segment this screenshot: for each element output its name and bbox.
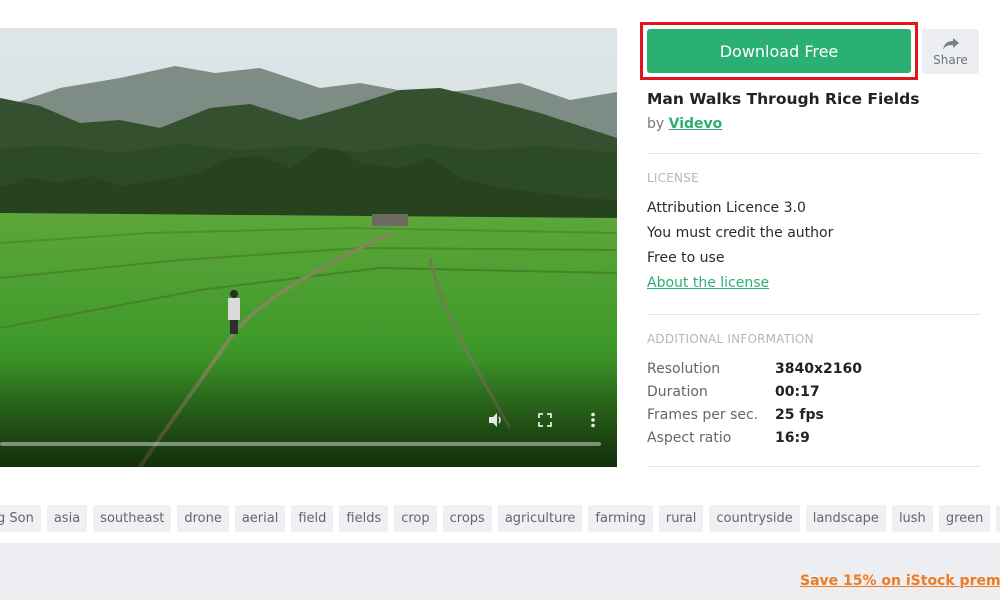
license-free: Free to use <box>647 250 725 266</box>
tag-chip[interactable]: g Son <box>0 505 41 532</box>
share-button[interactable]: Share <box>922 29 979 74</box>
video-player[interactable] <box>0 28 617 467</box>
fullscreen-icon[interactable] <box>537 412 553 428</box>
by-prefix: by <box>647 116 665 132</box>
divider <box>647 314 980 315</box>
tag-chip[interactable]: villag <box>996 505 1000 532</box>
tag-chip[interactable]: southeast <box>93 505 172 532</box>
tag-chip[interactable]: farming <box>588 505 653 532</box>
progress-bar[interactable] <box>0 442 601 446</box>
tag-chip[interactable]: lush <box>891 505 933 532</box>
tag-chip[interactable]: field <box>291 505 334 532</box>
more-options-icon[interactable] <box>586 412 600 428</box>
info-value-fps: 25 fps <box>775 407 824 423</box>
tag-chip[interactable]: rural <box>658 505 704 532</box>
video-frame <box>0 28 617 467</box>
tag-chip[interactable]: fields <box>339 505 389 532</box>
author-link[interactable]: Videvo <box>669 116 723 132</box>
clip-title: Man Walks Through Rice Fields <box>647 90 920 108</box>
tag-chip[interactable]: agriculture <box>497 505 583 532</box>
license-type: Attribution Licence 3.0 <box>647 200 806 216</box>
info-label-aspect: Aspect ratio <box>647 430 732 446</box>
about-license-link[interactable]: About the license <box>647 275 769 291</box>
info-label-fps: Frames per sec. <box>647 407 759 423</box>
tag-list: g Son asia southeast drone aerial field fields… <box>0 505 1000 533</box>
istock-promo-link[interactable]: Save 15% on iStock premiu <box>800 573 1000 589</box>
divider <box>647 153 980 154</box>
tag-chip[interactable]: crop <box>394 505 437 532</box>
byline: by Videvo <box>647 116 722 132</box>
tag-chip[interactable]: countryside <box>709 505 800 532</box>
share-icon <box>942 37 959 50</box>
share-label: Share <box>933 52 968 67</box>
download-free-button[interactable]: Download Free <box>647 29 911 73</box>
divider <box>647 466 980 467</box>
info-value-duration: 00:17 <box>775 384 820 400</box>
additional-info-heading: ADDITIONAL INFORMATION <box>647 332 814 346</box>
tag-chip[interactable]: crops <box>442 505 492 532</box>
tag-chip[interactable]: drone <box>177 505 229 532</box>
info-label-resolution: Resolution <box>647 361 721 377</box>
info-label-duration: Duration <box>647 384 708 400</box>
tag-chip[interactable]: green <box>938 505 991 532</box>
volume-icon[interactable] <box>487 412 505 428</box>
tag-chip[interactable]: landscape <box>805 505 886 532</box>
tag-chip[interactable]: aerial <box>234 505 286 532</box>
info-value-aspect: 16:9 <box>775 430 810 446</box>
license-credit: You must credit the author <box>647 225 834 241</box>
footer-band: Save 15% on iStock premiu <box>0 543 1000 600</box>
info-value-resolution: 3840x2160 <box>775 361 862 377</box>
license-heading: LICENSE <box>647 171 699 185</box>
tag-chip[interactable]: asia <box>46 505 88 532</box>
